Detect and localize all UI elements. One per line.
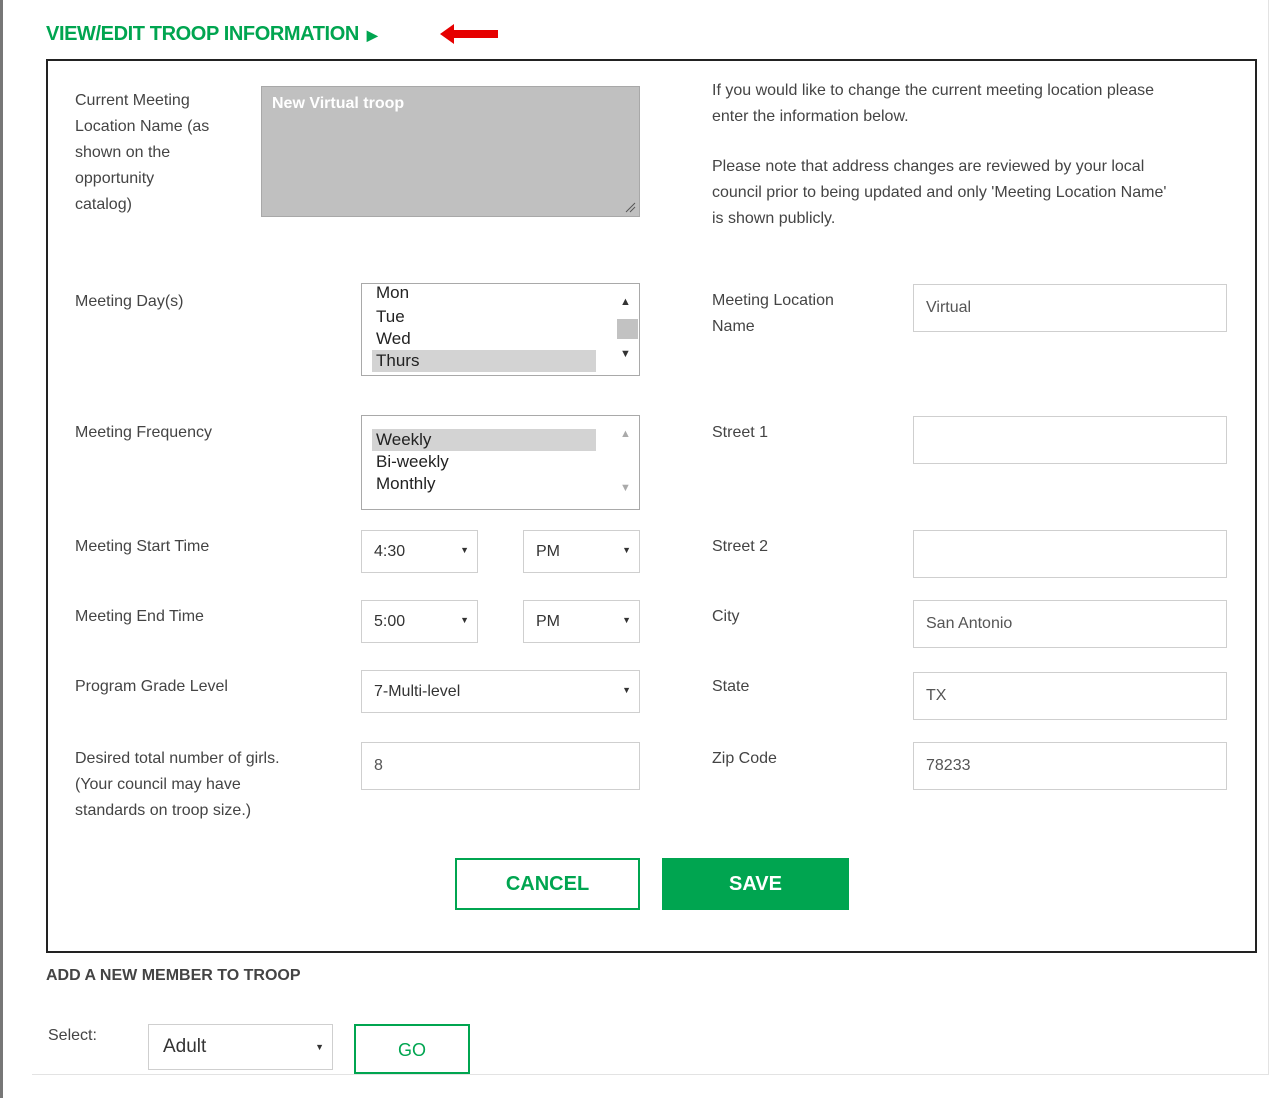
grade-level-label: Program Grade Level [75,678,228,695]
end-time-label: Meeting End Time [75,608,204,625]
add-member-heading: ADD A NEW MEMBER TO TROOP [46,967,301,984]
chevron-down-icon: ▼ [315,1042,324,1052]
section-title[interactable]: VIEW/EDIT TROOP INFORMATION ▶ [46,23,378,46]
chevron-down-icon: ▼ [622,615,631,625]
chevron-down-icon: ▼ [622,685,631,695]
member-type-select[interactable]: Adult ▼ [148,1024,333,1070]
state-input[interactable]: TX [913,672,1227,720]
zip-label: Zip Code [712,750,777,767]
end-ampm-select[interactable]: PM ▼ [523,600,640,643]
meeting-days-listbox[interactable]: Mon Tue Wed Thurs ▲ ▼ [361,283,640,376]
meeting-frequency-option[interactable]: Monthly [372,473,596,495]
start-ampm-select[interactable]: PM ▼ [523,530,640,573]
location-change-note: If you would like to change the current … [712,82,1155,125]
start-time-label: Meeting Start Time [75,538,210,555]
meeting-days-label: Meeting Day(s) [75,293,184,310]
street1-label: Street 1 [712,424,769,441]
address-review-note: Please note that address changes are rev… [712,158,1167,227]
zip-input[interactable]: 78233 [913,742,1227,790]
member-type-value: Adult [163,1036,207,1057]
start-ampm-value: PM [536,543,560,560]
meeting-day-option[interactable]: Mon [372,284,596,304]
end-time-value: 5:00 [374,613,406,630]
location-name-input[interactable]: Virtual [913,284,1227,332]
left-border-bar [0,0,3,1098]
resize-grip-icon[interactable] [624,201,636,213]
end-ampm-value: PM [536,613,560,630]
meeting-frequency-option[interactable]: Bi-weekly [372,451,596,473]
scroll-down-icon[interactable]: ▼ [620,482,631,494]
start-time-value: 4:30 [374,543,406,560]
section-title-text: VIEW/EDIT TROOP INFORMATION [46,23,359,45]
play-triangle-icon: ▶ [366,26,378,43]
meeting-days-scrollbar[interactable]: ▲ ▼ [613,284,639,375]
scroll-down-icon[interactable]: ▼ [620,348,631,360]
scroll-up-icon[interactable]: ▲ [620,296,631,308]
meeting-frequency-listbox[interactable]: Weekly Bi-weekly Monthly ▲ ▼ [361,415,640,510]
meeting-day-option-selected[interactable]: Thurs [372,350,596,372]
end-time-select[interactable]: 5:00 ▼ [361,600,478,643]
current-location-label: Current Meeting Location Name (as shown … [75,92,210,213]
scroll-up-icon[interactable]: ▲ [620,428,631,440]
go-button[interactable]: GO [354,1024,470,1074]
meeting-frequency-scrollbar[interactable]: ▲ ▼ [613,416,639,509]
scroll-thumb[interactable] [617,319,638,339]
chevron-down-icon: ▼ [460,615,469,625]
member-type-label: Select: [48,1027,97,1044]
current-location-textarea[interactable]: New Virtual troop [261,86,640,217]
city-label: City [712,608,740,625]
state-label: State [712,678,750,695]
city-input[interactable]: San Antonio [913,600,1227,648]
girls-count-input[interactable]: 8 [361,742,640,790]
cancel-button[interactable]: CANCEL [455,858,640,910]
red-arrow-icon [440,24,498,44]
start-time-select[interactable]: 4:30 ▼ [361,530,478,573]
location-name-label: Meeting Location Name [712,292,834,335]
chevron-down-icon: ▼ [460,545,469,555]
meeting-frequency-option-selected[interactable]: Weekly [372,429,596,451]
meeting-frequency-label: Meeting Frequency [75,424,212,441]
street1-input[interactable] [913,416,1227,464]
girls-count-label: Desired total number of girls. (Your cou… [75,750,280,819]
meeting-day-option[interactable]: Tue [372,306,596,328]
street2-label: Street 2 [712,538,769,555]
grade-level-value: 7-Multi-level [374,683,461,700]
chevron-down-icon: ▼ [622,545,631,555]
grade-level-select[interactable]: 7-Multi-level ▼ [361,670,640,713]
current-location-value: New Virtual troop [272,95,405,112]
street2-input[interactable] [913,530,1227,578]
save-button[interactable]: SAVE [662,858,849,910]
meeting-day-option[interactable]: Wed [372,328,596,350]
